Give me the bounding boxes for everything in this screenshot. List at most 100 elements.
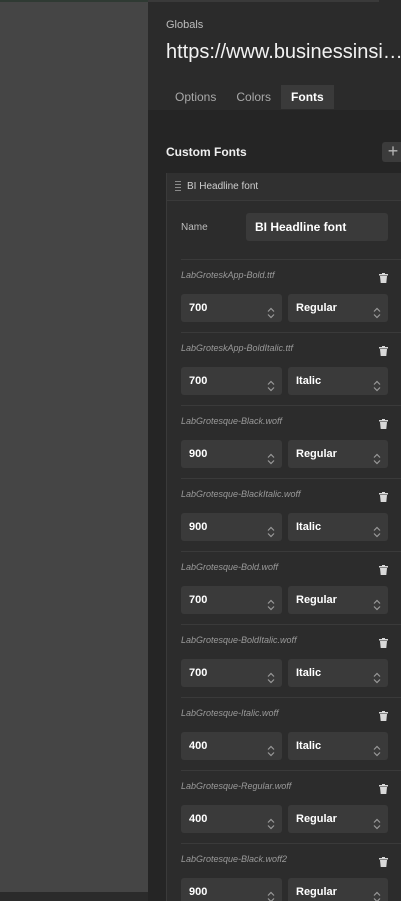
font-file-name: LabGrotesque-Black.woff <box>181 416 283 426</box>
stepper-icon <box>373 448 381 465</box>
font-file-row: LabGroteskApp-BoldItalic.ttf 700 Italic <box>181 332 401 405</box>
stepper-icon <box>373 813 381 830</box>
tab-colors[interactable]: Colors <box>226 85 281 109</box>
font-file-name: LabGrotesque-Bold.woff <box>181 562 279 572</box>
font-file-row: LabGrotesque-Regular.woff 400 Regular <box>181 770 401 843</box>
font-style-select[interactable]: Regular <box>288 440 388 468</box>
font-weight-value: 900 <box>189 886 208 898</box>
font-file-name: LabGrotesque-BlackItalic.woff <box>181 489 301 499</box>
stepper-icon <box>267 667 275 684</box>
font-file-row: LabGrotesque-BlackItalic.woff 900 Italic <box>181 478 401 551</box>
font-style-select[interactable]: Italic <box>288 732 388 760</box>
font-file-name: LabGrotesque-BoldItalic.woff <box>181 635 297 645</box>
stepper-icon <box>373 740 381 757</box>
font-weight-value: 400 <box>189 813 208 825</box>
font-file-row: LabGrotesque-Black.woff2 900 Regular <box>181 843 401 901</box>
trash-icon[interactable] <box>379 343 388 356</box>
font-file-name: LabGrotesque-Italic.woff <box>181 708 279 718</box>
fonts-content: Custom Fonts + BI Headline font Name BI … <box>148 110 401 901</box>
font-file-row: LabGrotesque-Bold.woff 700 Regular <box>181 551 401 624</box>
stepper-icon <box>373 667 381 684</box>
font-style-select[interactable]: Italic <box>288 513 388 541</box>
stepper-icon <box>267 521 275 538</box>
stepper-icon <box>267 740 275 757</box>
font-weight-select[interactable]: 700 <box>181 294 282 322</box>
name-label: Name <box>181 222 208 233</box>
font-weight-select[interactable]: 400 <box>181 805 282 833</box>
trash-icon[interactable] <box>379 562 388 575</box>
panel-top-line <box>148 0 379 2</box>
font-style-select[interactable]: Regular <box>288 878 388 901</box>
tab-fonts[interactable]: Fonts <box>281 85 334 109</box>
custom-fonts-title: Custom Fonts <box>166 145 247 159</box>
name-row: Name BI Headline font <box>181 213 389 241</box>
section-label: Globals <box>166 19 204 31</box>
tab-bar: Options Colors Fonts <box>165 85 334 109</box>
canvas-bottom-bar <box>0 892 148 901</box>
font-style-value: Regular <box>296 594 337 606</box>
trash-icon[interactable] <box>379 489 388 502</box>
font-weight-select[interactable]: 700 <box>181 367 282 395</box>
settings-panel: Globals https://www.businessinsider.com … <box>148 0 401 901</box>
font-style-select[interactable]: Italic <box>288 659 388 687</box>
trash-icon[interactable] <box>379 854 388 867</box>
font-weight-select[interactable]: 400 <box>181 732 282 760</box>
trash-icon[interactable] <box>379 635 388 648</box>
font-weight-value: 900 <box>189 448 208 460</box>
font-style-value: Regular <box>296 448 337 460</box>
stepper-icon <box>267 886 275 901</box>
font-weight-value: 700 <box>189 667 208 679</box>
stepper-icon <box>267 594 275 611</box>
font-file-row: LabGrotesque-Black.woff 900 Regular <box>181 405 401 478</box>
stepper-icon <box>373 594 381 611</box>
tab-options[interactable]: Options <box>165 85 226 109</box>
font-weight-value: 700 <box>189 375 208 387</box>
font-file-row: LabGrotesque-Italic.woff 400 Italic <box>181 697 401 770</box>
font-file-name: LabGrotesque-Regular.woff <box>181 781 292 791</box>
font-style-select[interactable]: Regular <box>288 294 388 322</box>
font-weight-select[interactable]: 900 <box>181 513 282 541</box>
font-weight-value: 400 <box>189 740 208 752</box>
stepper-icon <box>373 521 381 538</box>
stepper-icon <box>267 375 275 392</box>
page-title: https://www.businessinsider.com <box>166 41 401 63</box>
font-style-value: Regular <box>296 886 337 898</box>
canvas-area <box>0 0 148 901</box>
stepper-icon <box>267 448 275 465</box>
font-file-row: LabGroteskApp-Bold.ttf 700 Regular <box>181 259 401 332</box>
font-style-select[interactable]: Italic <box>288 367 388 395</box>
trash-icon[interactable] <box>379 270 388 283</box>
stepper-icon <box>373 886 381 901</box>
font-weight-select[interactable]: 700 <box>181 659 282 687</box>
font-card-header[interactable]: BI Headline font <box>167 173 401 201</box>
font-name-input[interactable]: BI Headline font <box>246 213 388 241</box>
font-style-select[interactable]: Regular <box>288 586 388 614</box>
trash-icon[interactable] <box>379 781 388 794</box>
font-weight-value: 700 <box>189 594 208 606</box>
font-card-title: BI Headline font <box>187 181 259 192</box>
font-style-value: Regular <box>296 813 337 825</box>
font-style-value: Italic <box>296 375 322 387</box>
add-font-button[interactable]: + <box>382 142 401 162</box>
font-weight-select[interactable]: 900 <box>181 440 282 468</box>
font-file-list: LabGroteskApp-Bold.ttf 700 Regular LabGrote… <box>181 259 401 901</box>
font-file-name: LabGrotesque-Black.woff2 <box>181 854 288 864</box>
font-style-value: Italic <box>296 667 322 679</box>
font-style-value: Italic <box>296 740 322 752</box>
font-weight-select[interactable]: 700 <box>181 586 282 614</box>
stepper-icon <box>373 375 381 392</box>
drag-handle-icon[interactable] <box>175 181 181 192</box>
trash-icon[interactable] <box>379 708 388 721</box>
font-file-row: LabGrotesque-BoldItalic.woff 700 Italic <box>181 624 401 697</box>
font-file-name: LabGroteskApp-Bold.ttf <box>181 270 275 280</box>
font-card: BI Headline font Name BI Headline font L… <box>166 173 401 901</box>
font-style-value: Italic <box>296 521 322 533</box>
font-weight-value: 900 <box>189 521 208 533</box>
stepper-icon <box>267 813 275 830</box>
stepper-icon <box>373 302 381 319</box>
trash-icon[interactable] <box>379 416 388 429</box>
font-style-select[interactable]: Regular <box>288 805 388 833</box>
font-file-name: LabGroteskApp-BoldItalic.ttf <box>181 343 294 353</box>
font-style-value: Regular <box>296 302 337 314</box>
font-weight-select[interactable]: 900 <box>181 878 282 901</box>
